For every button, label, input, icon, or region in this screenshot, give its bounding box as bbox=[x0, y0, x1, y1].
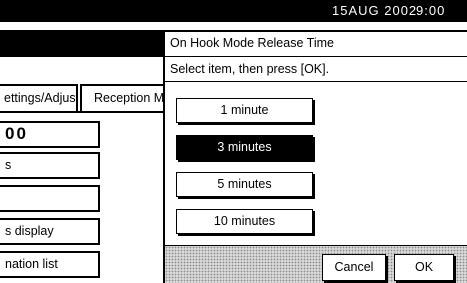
status-bar: 15AUG 2002 9:00 bbox=[0, 0, 467, 22]
dialog-footer: Cancel OK bbox=[165, 245, 467, 283]
background-item-2[interactable]: s bbox=[0, 152, 100, 179]
background-item-information-list[interactable]: nation list bbox=[0, 251, 100, 278]
dialog-title: On Hook Mode Release Time bbox=[165, 32, 467, 57]
ok-button[interactable]: OK bbox=[394, 254, 454, 281]
option-3-minutes[interactable]: 3 minutes bbox=[176, 135, 313, 160]
tab-settings-adjust[interactable]: ettings/Adjust bbox=[0, 84, 78, 112]
cancel-button[interactable]: Cancel bbox=[322, 254, 386, 281]
background-item-3[interactable] bbox=[0, 185, 100, 212]
status-time: 9:00 bbox=[416, 3, 446, 18]
tab-divider bbox=[0, 111, 165, 113]
header-band bbox=[0, 30, 165, 57]
release-time-dialog: On Hook Mode Release Time Select item, t… bbox=[163, 30, 467, 283]
option-1-minute[interactable]: 1 minute bbox=[176, 98, 313, 123]
option-5-minutes[interactable]: 5 minutes bbox=[176, 172, 313, 197]
dialog-instruction: Select item, then press [OK]. bbox=[165, 58, 467, 82]
tab-reception-mode[interactable]: Reception M bbox=[80, 84, 170, 112]
option-10-minutes[interactable]: 10 minutes bbox=[176, 209, 313, 234]
background-item-display[interactable]: s display bbox=[0, 218, 100, 245]
background-item-1[interactable]: 00 bbox=[0, 121, 100, 148]
status-date: 15AUG 2002 bbox=[332, 3, 418, 18]
